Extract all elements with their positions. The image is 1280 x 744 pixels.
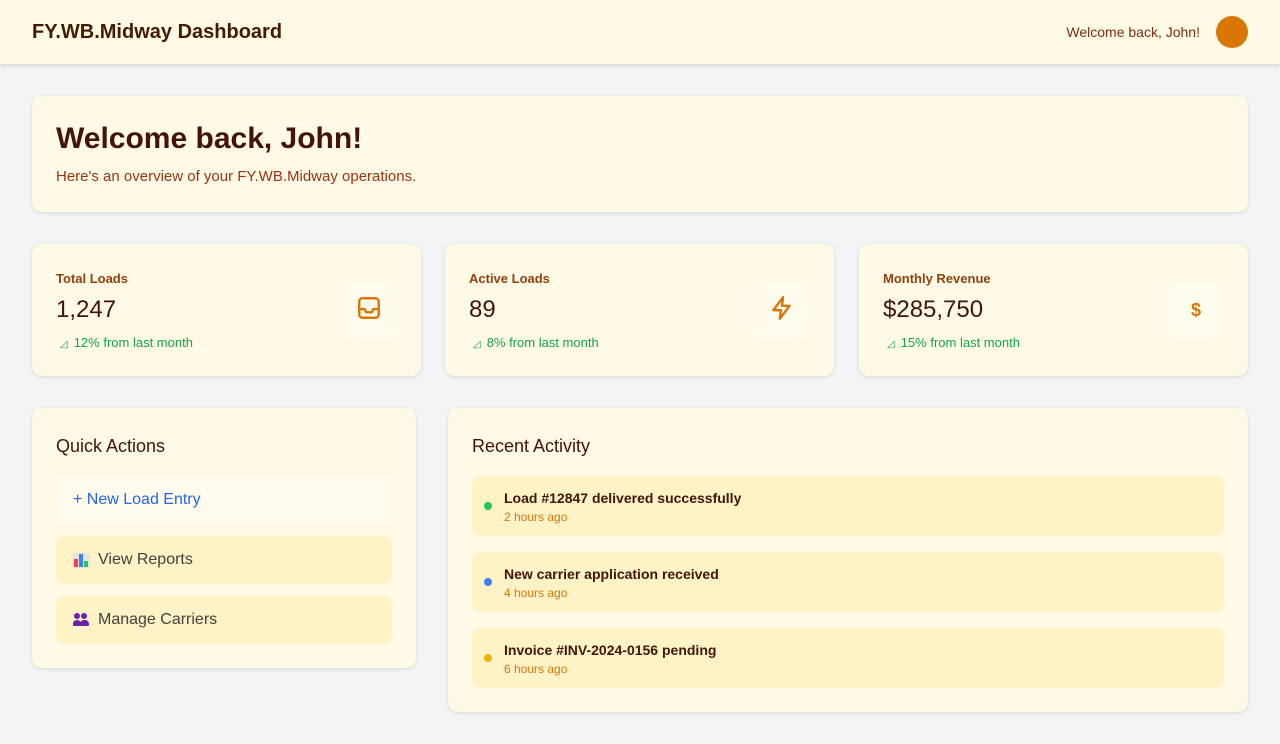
quick-actions-panel: Quick Actions + New Load Entry View Repo… — [32, 408, 416, 668]
manage-carriers-button[interactable]: Manage Carriers — [56, 596, 392, 644]
section-title: Quick Actions — [56, 436, 166, 456]
activity-time: 2 hours ago — [504, 510, 568, 524]
stat-card-total-loads: Total Loads 1,247 ◿ 12% from last month — [32, 244, 421, 376]
button-label: + New Load Entry — [73, 491, 201, 508]
status-dot — [484, 654, 492, 662]
activity-time: 4 hours ago — [504, 586, 568, 600]
trend-up-icon: ◿ — [473, 339, 481, 350]
page-subtitle: Here's an overview of your FY.WB.Midway … — [56, 168, 417, 185]
activity-item[interactable]: Load #12847 delivered successfully 2 hou… — [472, 476, 1224, 536]
activity-title: Invoice #INV-2024-0156 pending — [504, 642, 717, 658]
stat-change-text: 15% from last month — [900, 335, 1020, 350]
activity-title: New carrier application received — [504, 566, 719, 582]
stat-label: Monthly Revenue — [883, 271, 991, 286]
activity-item[interactable]: New carrier application received 4 hours… — [472, 552, 1224, 612]
dollar-icon: $ — [1190, 299, 1201, 320]
stat-icon-box — [754, 282, 810, 338]
status-dot — [484, 502, 492, 510]
button-label: View Reports — [98, 551, 193, 568]
stat-change: ◿ 12% from last month — [56, 335, 193, 350]
avatar[interactable] — [1216, 16, 1248, 48]
view-reports-button[interactable]: View Reports — [56, 536, 392, 584]
app-title[interactable]: FY.WB.Midway Dashboard — [32, 21, 282, 44]
welcome-card: Welcome back, John! Here's an overview o… — [32, 96, 1248, 212]
stat-change: ◿ 8% from last month — [469, 335, 599, 350]
people-icon — [73, 613, 90, 627]
stat-value: 1,247 — [56, 296, 117, 323]
lightning-icon — [769, 295, 795, 326]
page-title: Welcome back, John! — [56, 122, 363, 155]
top-navbar: FY.WB.Midway Dashboard Welcome back, Joh… — [0, 0, 1280, 64]
stat-change-text: 8% from last month — [486, 335, 599, 350]
trend-up-icon: ◿ — [60, 339, 68, 350]
header-welcome-text: Welcome back, John! — [1066, 24, 1200, 40]
stat-change: ◿ 15% from last month — [883, 335, 1020, 350]
stat-value: $285,750 — [883, 296, 984, 323]
activity-time: 6 hours ago — [504, 662, 568, 676]
trend-up-icon: ◿ — [887, 339, 895, 350]
stat-label: Total Loads — [56, 271, 128, 286]
stat-change-text: 12% from last month — [73, 335, 193, 350]
section-title: Recent Activity — [472, 436, 591, 456]
bar-chart-icon — [73, 552, 90, 568]
new-load-entry-button[interactable]: + New Load Entry — [56, 476, 392, 524]
stat-icon-box: $ — [1168, 282, 1224, 338]
status-dot — [484, 578, 492, 586]
activity-title: Load #12847 delivered successfully — [504, 490, 742, 506]
stat-label: Active Loads — [469, 271, 550, 286]
stat-card-active-loads: Active Loads 89 ◿ 8% from last month — [445, 244, 834, 376]
activity-item[interactable]: Invoice #INV-2024-0156 pending 6 hours a… — [472, 628, 1224, 688]
inbox-icon — [356, 295, 382, 326]
button-label: Manage Carriers — [98, 611, 218, 628]
stat-value: 89 — [469, 296, 496, 323]
recent-activity-panel: Recent Activity Load #12847 delivered su… — [448, 408, 1248, 712]
stat-icon-box — [341, 282, 397, 338]
stat-card-monthly-revenue: Monthly Revenue $285,750 ◿ 15% from last … — [859, 244, 1248, 376]
